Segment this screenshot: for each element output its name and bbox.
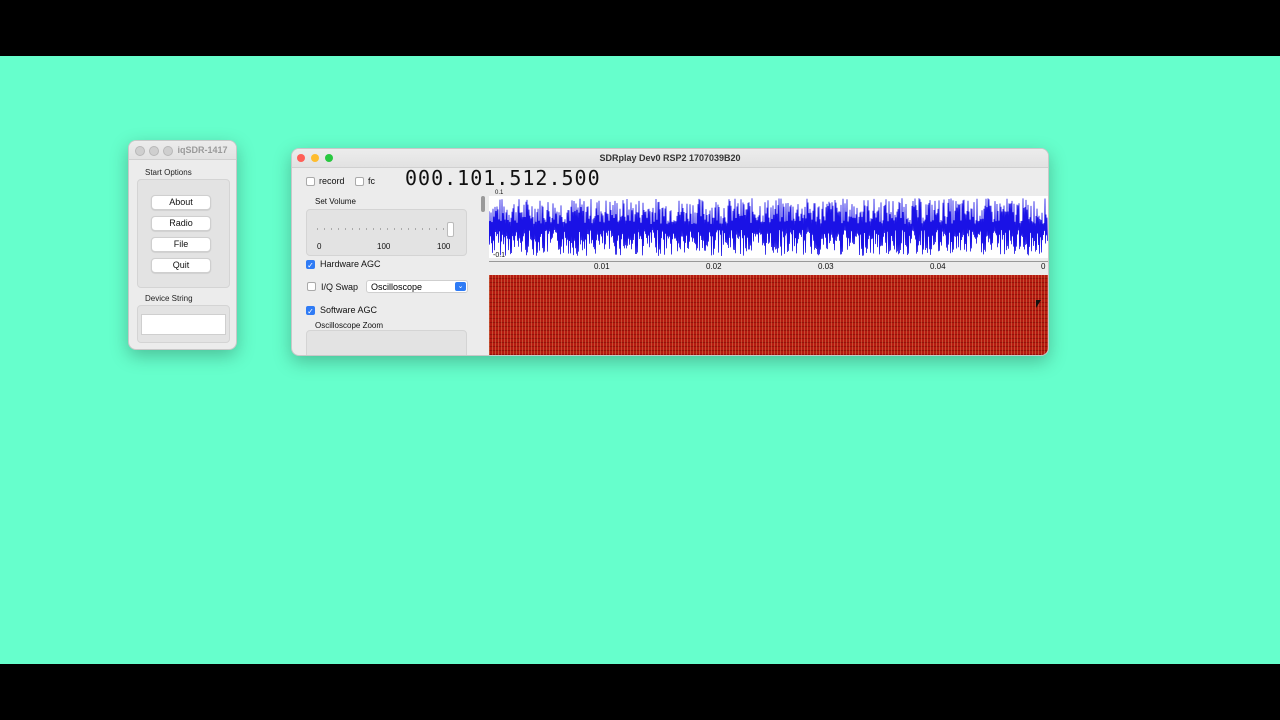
scope-tick-label: 0.04 (930, 262, 946, 271)
scope-y-top-label: 0.1 (495, 190, 504, 196)
fc-checkbox[interactable] (355, 177, 364, 186)
mouse-pointer-icon (1036, 300, 1041, 308)
iq-swap-label: I/Q Swap (321, 282, 359, 292)
volume-slider-track (317, 228, 451, 230)
hardware-agc-checkbox[interactable]: ✓ (306, 260, 315, 270)
volume-mid-label: 100 (377, 242, 391, 251)
launcher-titlebar[interactable]: iqSDR-1417 (129, 141, 236, 160)
scope-tick-label: 0 (1041, 262, 1046, 271)
scope-y-bottom-label: -0.1 (493, 252, 506, 259)
software-agc-label: Software AGC (320, 305, 378, 315)
device-string-label: Device String (145, 294, 193, 303)
iq-swap-checkbox[interactable] (307, 282, 316, 291)
display-mode-value: Oscilloscope (371, 282, 423, 292)
display-mode-select[interactable]: Oscilloscope ⌄ (366, 280, 468, 293)
volume-min-label: 0 (317, 242, 322, 251)
hardware-agc-label: Hardware AGC (320, 259, 381, 269)
scope-axis (489, 261, 1048, 262)
software-agc-checkbox[interactable]: ✓ (306, 306, 315, 316)
device-string-input[interactable] (141, 314, 226, 335)
oscilloscope-trace (489, 198, 1048, 257)
set-volume-label: Set Volume (315, 197, 356, 206)
oscilloscope-plot: 0.1 -0.1 (489, 190, 1048, 259)
radio-button[interactable]: Radio (151, 216, 211, 231)
record-label: record (319, 176, 345, 186)
chevron-down-icon: ⌄ (455, 282, 466, 291)
waterfall-display[interactable] (489, 275, 1048, 355)
launcher-window: iqSDR-1417 Start Options About Radio Fil… (128, 140, 237, 350)
about-button[interactable]: About (151, 195, 211, 210)
controls-scrollbar[interactable] (481, 196, 485, 212)
scope-tick-label: 0.02 (706, 262, 722, 271)
fc-label: fc (368, 176, 376, 186)
scope-tick-label: 0.01 (594, 262, 610, 271)
quit-button[interactable]: Quit (151, 258, 211, 273)
file-button[interactable]: File (151, 237, 211, 252)
volume-max-label: 100 (437, 242, 451, 251)
launcher-title: iqSDR-1417 (177, 145, 228, 155)
frequency-display[interactable]: 000.101.512.500 (405, 166, 601, 190)
oscilloscope-zoom-group (306, 330, 467, 355)
sdr-window: SDRplay Dev0 RSP2 1707039B20 record fc 0… (291, 148, 1049, 356)
oscilloscope-zoom-label: Oscilloscope Zoom (315, 321, 384, 330)
scope-trace-path (489, 198, 1048, 257)
scope-tick-label: 0.03 (818, 262, 834, 271)
sdr-title: SDRplay Dev0 RSP2 1707039B20 (599, 153, 741, 163)
start-options-label: Start Options (145, 168, 192, 177)
volume-slider-thumb[interactable] (447, 222, 454, 237)
record-checkbox[interactable] (306, 177, 315, 186)
